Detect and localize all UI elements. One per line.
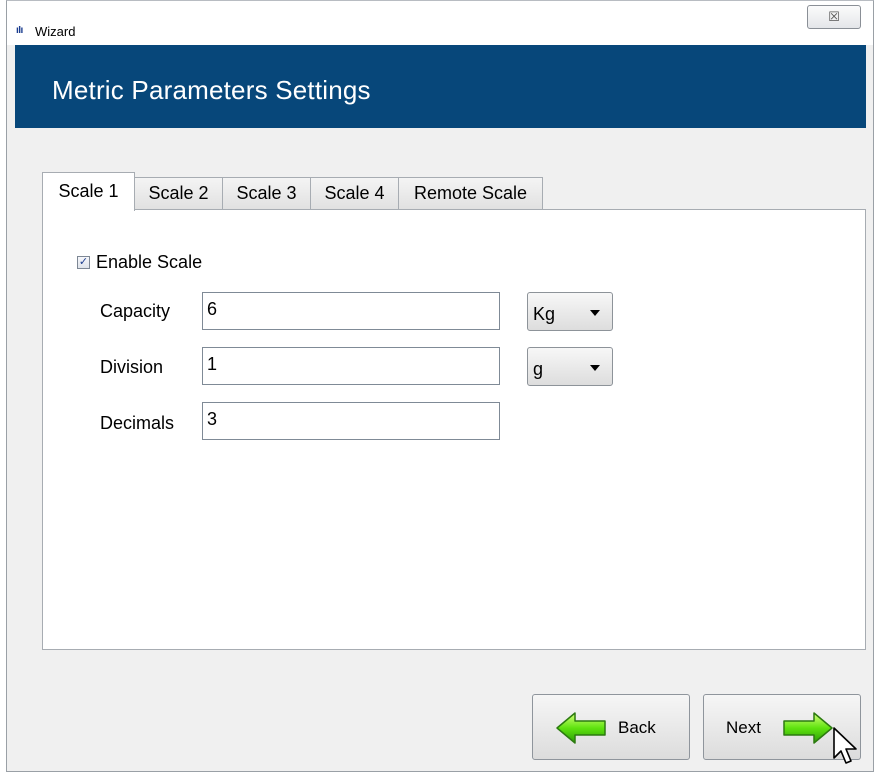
window-title: Wizard xyxy=(35,24,76,39)
green-right-arrow-icon xyxy=(783,712,833,744)
chevron-down-icon xyxy=(590,365,600,371)
capacity-input[interactable]: 6 xyxy=(202,292,500,330)
close-button[interactable]: ☒ xyxy=(807,5,861,29)
tab-scale-3[interactable]: Scale 3 xyxy=(222,177,311,209)
tab-scale-1[interactable]: Scale 1 xyxy=(42,172,135,211)
chevron-down-icon xyxy=(590,310,600,316)
tab-remote-scale[interactable]: Remote Scale xyxy=(398,177,543,209)
wizard-window: ıIı Wizard ☒ Metric Parameters Settings … xyxy=(6,0,874,772)
next-label: Next xyxy=(726,718,761,737)
scale-settings-panel: ✓ Enable Scale Capacity 6 Kg Division 1 … xyxy=(42,209,866,650)
back-button[interactable]: Back xyxy=(532,694,690,760)
check-icon: ✓ xyxy=(78,256,89,268)
back-label: Back xyxy=(618,718,656,737)
capacity-label: Capacity xyxy=(100,301,171,321)
enable-scale-label: Enable Scale xyxy=(96,252,203,272)
title-bar: ıIı Wizard ☒ xyxy=(7,1,873,45)
division-label: Division xyxy=(100,357,164,377)
tab-scale-2[interactable]: Scale 2 xyxy=(134,177,223,209)
enable-scale-row[interactable]: ✓ Enable Scale xyxy=(77,252,202,273)
header-banner: Metric Parameters Settings xyxy=(15,45,866,128)
capacity-unit-select[interactable]: Kg xyxy=(527,292,613,331)
green-left-arrow-icon xyxy=(556,712,606,744)
division-input[interactable]: 1 xyxy=(202,347,500,385)
page-title: Metric Parameters Settings xyxy=(52,75,371,105)
decimals-input[interactable]: 3 xyxy=(202,402,500,440)
tab-scale-4[interactable]: Scale 4 xyxy=(310,177,399,209)
mouse-pointer-icon xyxy=(833,727,857,764)
enable-scale-checkbox[interactable]: ✓ xyxy=(77,256,90,269)
app-icon: ıIı xyxy=(16,25,23,36)
division-unit-value: g xyxy=(533,359,544,379)
division-unit-select[interactable]: g xyxy=(527,347,613,386)
capacity-unit-value: Kg xyxy=(533,304,556,324)
decimals-label: Decimals xyxy=(100,413,175,433)
close-icon: ☒ xyxy=(828,9,840,24)
